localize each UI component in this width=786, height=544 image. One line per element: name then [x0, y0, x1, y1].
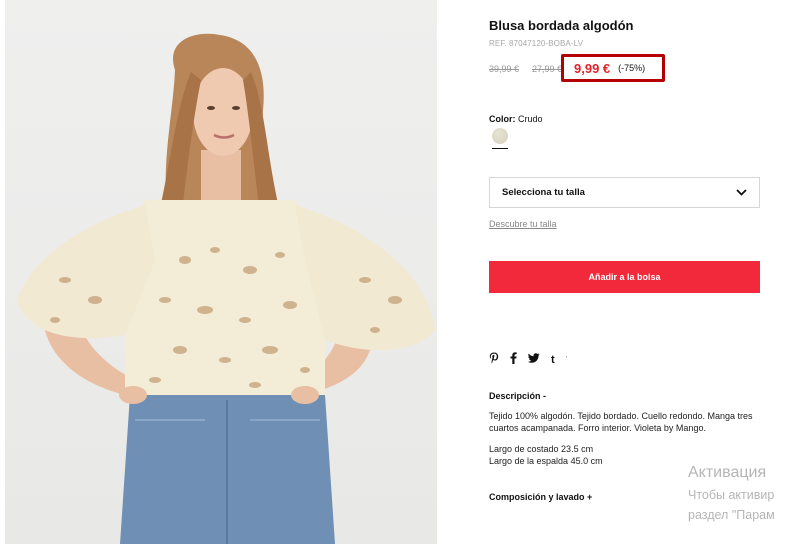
- swatch-selected-indicator: [492, 148, 508, 149]
- tumblr-icon[interactable]: t: [551, 354, 555, 366]
- color-row: Color: Crudo: [489, 114, 543, 124]
- activation-watermark: Активация Чтобы активир раздел "Парам: [688, 463, 786, 525]
- add-to-bag-label: Añadir a la bolsa: [588, 272, 661, 282]
- product-photo[interactable]: [5, 0, 437, 544]
- watermark-line-2: Чтобы активир: [688, 488, 775, 502]
- sale-price: 9,99 €: [574, 60, 611, 76]
- add-to-bag-button[interactable]: Añadir a la bolsa: [489, 261, 760, 293]
- length-side: Largo de costado 23.5 cm: [489, 444, 594, 454]
- description-text: Tejido 100% algodón. Tejido bordado. Cue…: [489, 411, 753, 433]
- product-reference: REF. 87047120-BOBA-LV: [489, 39, 584, 48]
- size-select[interactable]: Selecciona tu talla: [489, 177, 760, 208]
- color-swatch-crudo[interactable]: [492, 128, 508, 144]
- twitter-icon[interactable]: [528, 353, 540, 366]
- watermark-line-3: раздел "Парам: [688, 508, 775, 522]
- color-label: Color:: [489, 114, 516, 124]
- more-share-icon[interactable]: ': [566, 356, 567, 363]
- sale-price-highlight: 9,99 € (-75%): [561, 54, 665, 82]
- watermark-line-1: Активация: [688, 464, 767, 481]
- composition-toggle[interactable]: Composición y lavado +: [489, 492, 592, 502]
- length-back: Largo de la espalda 45.0 cm: [489, 456, 603, 466]
- facebook-icon[interactable]: [510, 352, 517, 367]
- pinterest-icon[interactable]: [489, 352, 499, 367]
- color-value: Crudo: [518, 114, 543, 124]
- size-select-label: Selecciona tu talla: [502, 187, 585, 198]
- size-guide-link[interactable]: Descubre tu talla: [489, 219, 557, 229]
- description-heading[interactable]: Descripción -: [489, 391, 546, 401]
- model-illustration: [17, 33, 435, 544]
- original-price: 39,99 €: [489, 64, 520, 74]
- previous-price: 27,99 €: [532, 64, 563, 74]
- chevron-down-icon: [736, 189, 747, 196]
- social-share-bar: t ': [489, 352, 567, 367]
- discount-badge: (-75%): [618, 63, 646, 73]
- product-title: Blusa bordada algodón: [489, 18, 634, 33]
